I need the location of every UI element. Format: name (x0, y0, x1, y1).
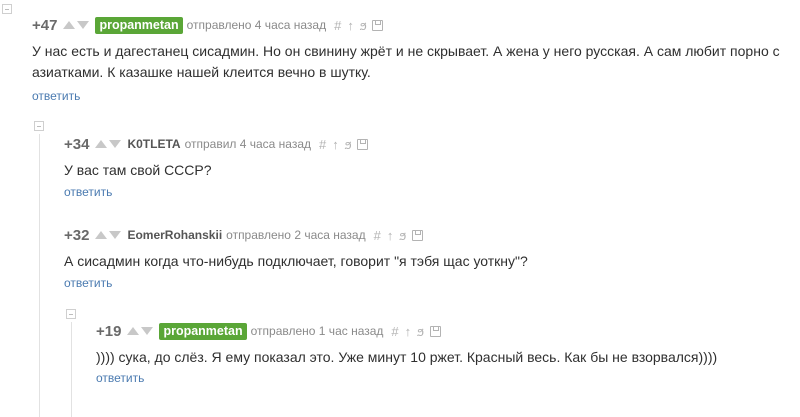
link-icon[interactable]: # (374, 228, 381, 243)
vote-up-icon[interactable] (95, 140, 108, 148)
branch-icon[interactable]: ϧ (399, 228, 406, 243)
comment-author[interactable]: EomerRohanskii (127, 228, 222, 242)
comment-rating: +34 (64, 135, 90, 153)
save-icon[interactable] (411, 229, 423, 241)
link-icon[interactable]: # (319, 137, 326, 152)
vote-up-icon[interactable] (95, 231, 108, 239)
save-icon[interactable] (372, 19, 384, 31)
link-icon[interactable]: # (334, 18, 341, 33)
branch-icon[interactable]: ϧ (417, 324, 424, 339)
reply-link[interactable]: ответить (64, 276, 112, 290)
vote-down-icon[interactable] (141, 327, 154, 335)
vote-up-icon[interactable] (63, 21, 76, 29)
branch-icon[interactable]: ϧ (360, 18, 367, 33)
comment-text: У нас есть и дагестанец сисадмин. Но он … (32, 43, 780, 80)
collapse-thread-toggle[interactable] (34, 121, 44, 131)
parent-comment-icon[interactable]: ↑ (347, 18, 354, 33)
vote-up-icon[interactable] (127, 327, 140, 335)
reply-link[interactable]: ответить (64, 185, 112, 199)
comment-header: +32 EomerRohanskii отправлено 2 часа наз… (64, 224, 784, 246)
reply-link[interactable]: ответить (96, 371, 144, 385)
comment-timestamp[interactable]: отправлено 4 часа назад (187, 18, 326, 32)
save-icon[interactable] (357, 138, 369, 150)
comment-header: +19 propanmetan отправлено 1 час назад #… (96, 320, 786, 342)
comment-header: +47 propanmetan отправлено 4 часа назад … (32, 14, 792, 36)
comment-rating: +19 (96, 322, 122, 340)
collapse-thread-toggle[interactable] (2, 4, 12, 14)
comment-header: +34 K0TLETA отправил 4 часа назад # ↑ ϧ (64, 133, 784, 155)
comment-text: А сисадмин когда что-нибудь подключает, … (64, 253, 528, 269)
comment: +47 propanmetan отправлено 4 часа назад … (32, 14, 792, 105)
comment: +32 EomerRohanskii отправлено 2 часа наз… (64, 224, 784, 292)
comment-author[interactable]: propanmetan (159, 322, 247, 340)
parent-comment-icon[interactable]: ↑ (387, 228, 394, 243)
comment-timestamp[interactable]: отправлено 1 час назад (251, 324, 384, 338)
collapse-thread-toggle[interactable] (66, 309, 76, 319)
comment-author[interactable]: propanmetan (95, 16, 183, 34)
branch-icon[interactable]: ϧ (345, 137, 352, 152)
thread-line (39, 134, 40, 417)
vote-down-icon[interactable] (109, 231, 122, 239)
comment-rating: +47 (32, 16, 58, 34)
comment-rating: +32 (64, 226, 90, 244)
comment-timestamp[interactable]: отправлено 2 часа назад (226, 228, 365, 242)
comment: +34 K0TLETA отправил 4 часа назад # ↑ ϧ … (64, 133, 784, 201)
link-icon[interactable]: # (391, 324, 398, 339)
comment: +19 propanmetan отправлено 1 час назад #… (96, 320, 786, 387)
vote-down-icon[interactable] (109, 140, 122, 148)
vote-down-icon[interactable] (77, 21, 90, 29)
comment-author[interactable]: K0TLETA (127, 137, 180, 151)
parent-comment-icon[interactable]: ↑ (332, 137, 339, 152)
reply-link[interactable]: ответить (32, 89, 80, 103)
comment-timestamp[interactable]: отправил 4 часа назад (185, 137, 311, 151)
comment-text: У вас там свой СССР? (64, 162, 212, 178)
thread-line (71, 322, 72, 417)
parent-comment-icon[interactable]: ↑ (405, 324, 412, 339)
save-icon[interactable] (429, 325, 441, 337)
comment-text: )))) сука, до слёз. Я ему показал это. У… (96, 349, 718, 365)
